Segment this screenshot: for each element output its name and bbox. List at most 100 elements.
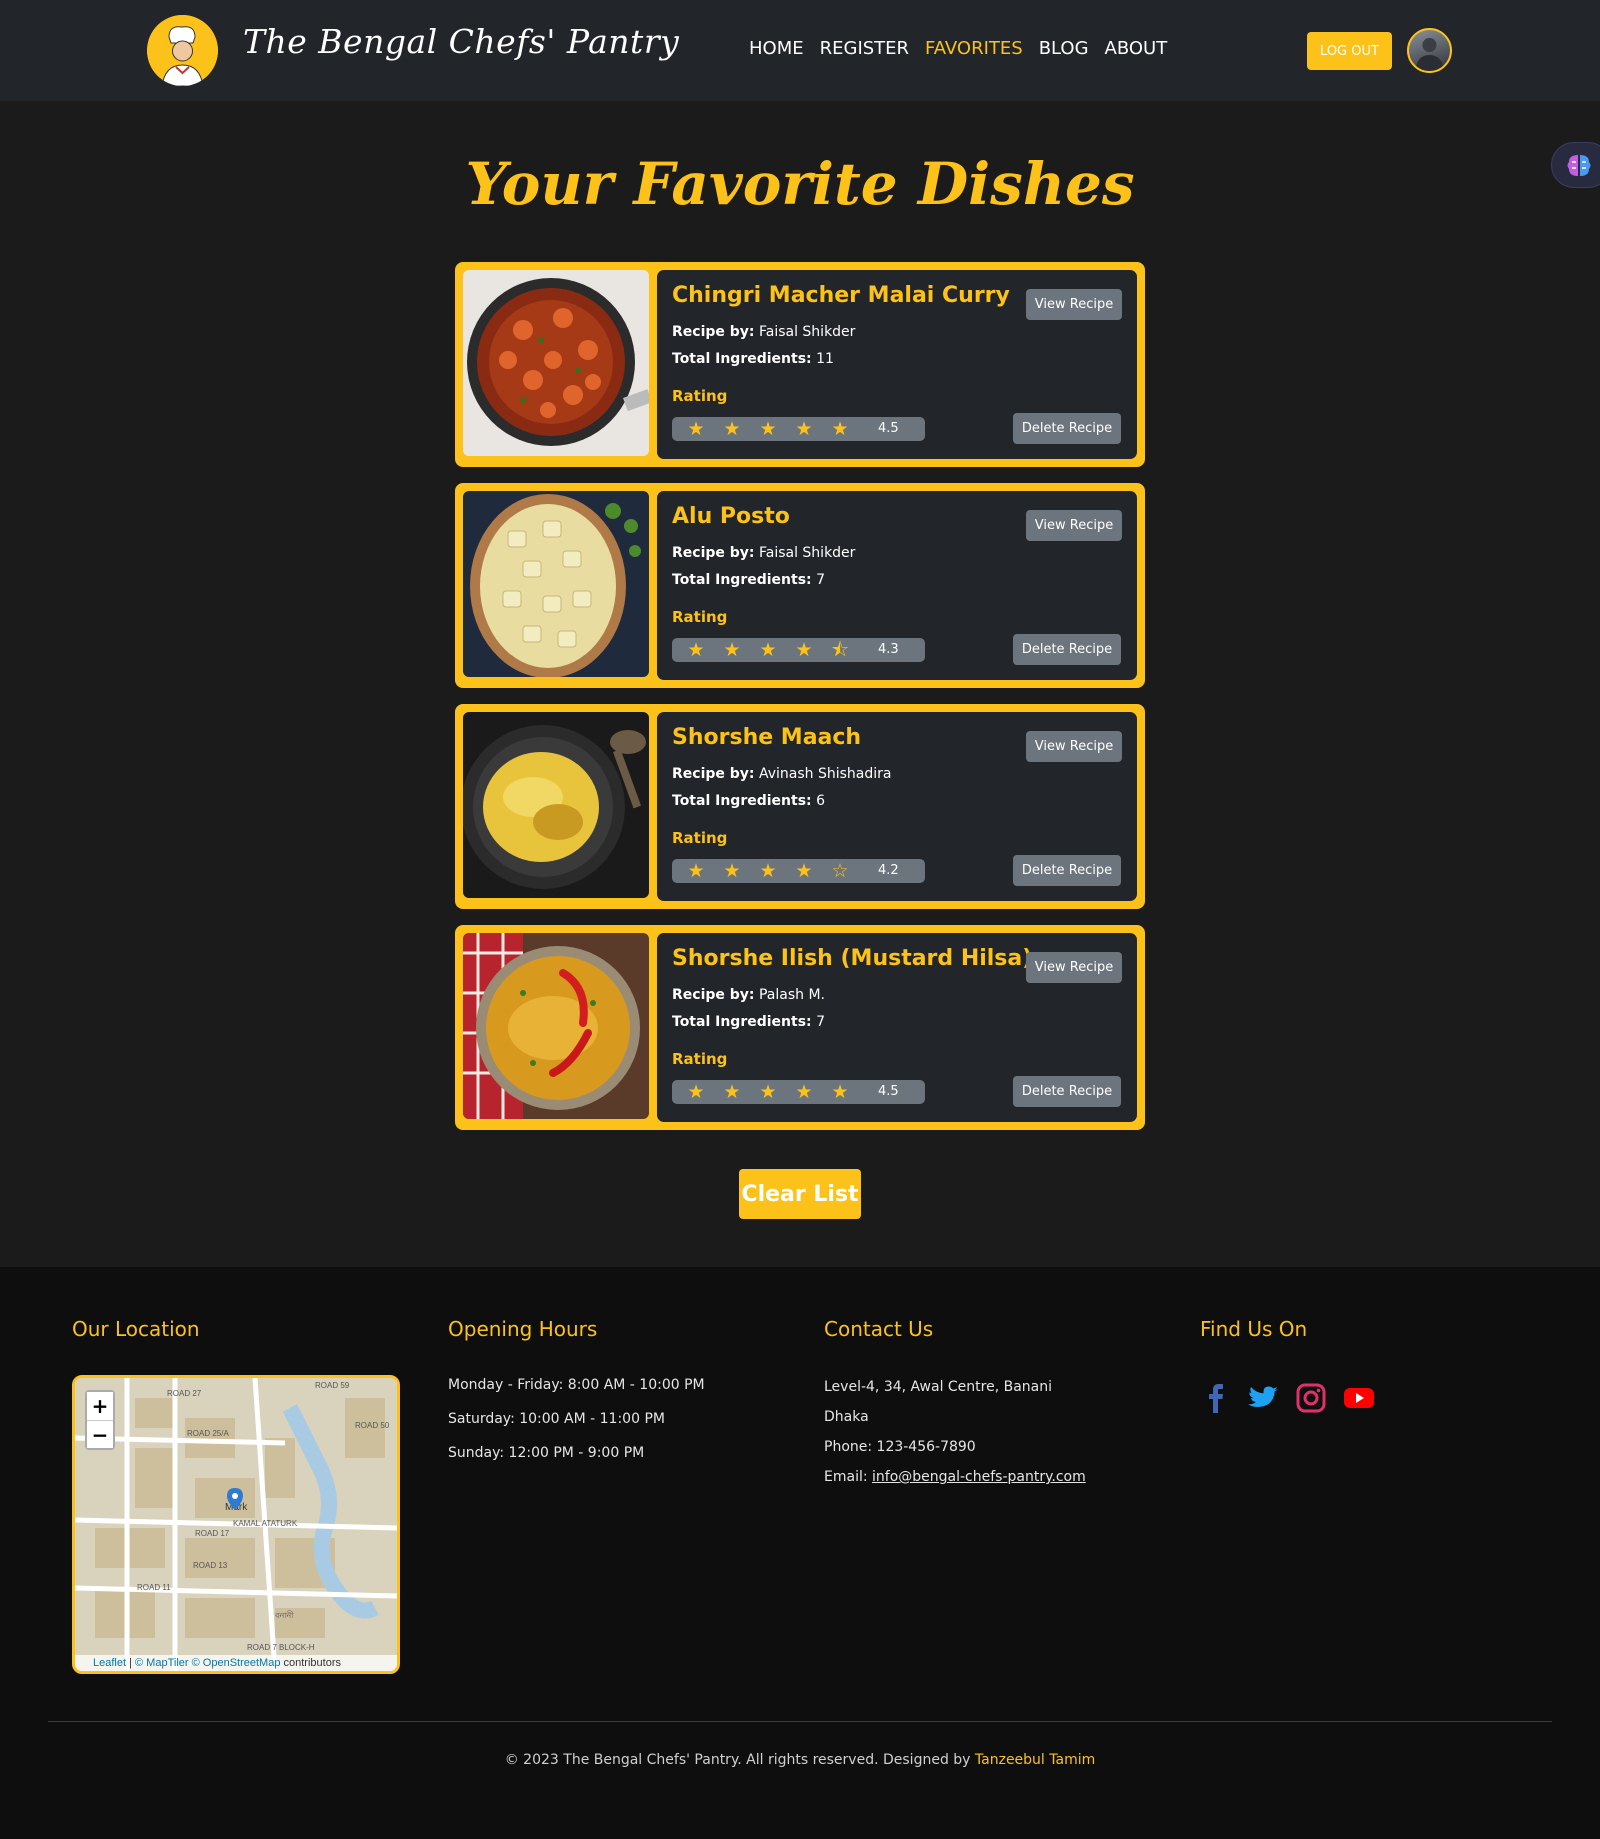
- hours-weekday: Monday - Friday: 8:00 AM - 10:00 PM: [448, 1377, 705, 1393]
- footer-divider: [48, 1721, 1552, 1722]
- star-full-icon: ★: [687, 639, 705, 661]
- star-full-icon: ★: [795, 1081, 813, 1103]
- footer: Our Location Opening Hours Contact Us Fi…: [0, 1267, 1600, 1839]
- rating-label: Rating: [672, 1050, 728, 1068]
- rating-bar: ★ ★ ★ ★ ☆ 4.2: [672, 859, 925, 883]
- nav-link-register[interactable]: REGISTER: [820, 38, 909, 59]
- svg-text:ROAD 11: ROAD 11: [137, 1583, 171, 1592]
- card-body: Chingri Macher Malai Curry Recipe by: Fa…: [657, 270, 1137, 459]
- view-recipe-button[interactable]: View Recipe: [1026, 952, 1122, 983]
- dish-image: [463, 712, 649, 898]
- favorite-card: Alu Posto Recipe by: Faisal Shikder Tota…: [455, 483, 1145, 688]
- rating-value: 4.3: [878, 642, 899, 657]
- star-empty-icon: ☆: [831, 860, 849, 882]
- email-link[interactable]: info@bengal-chefs-pantry.com: [872, 1469, 1086, 1485]
- dish-image: [463, 933, 649, 1119]
- svg-text:KAMAL ATATURK: KAMAL ATATURK: [233, 1519, 298, 1528]
- star-full-icon: ★: [759, 418, 777, 440]
- social-heading: Find Us On: [1200, 1317, 1308, 1341]
- delete-recipe-button[interactable]: Delete Recipe: [1013, 413, 1121, 444]
- recipe-author: Recipe by: Faisal Shikder: [672, 545, 856, 561]
- chef-logo[interactable]: [147, 15, 218, 86]
- view-recipe-button[interactable]: View Recipe: [1026, 731, 1122, 762]
- delete-recipe-button[interactable]: Delete Recipe: [1013, 855, 1121, 886]
- hours-sunday: Sunday: 12:00 PM - 9:00 PM: [448, 1445, 645, 1461]
- star-full-icon: ★: [687, 860, 705, 882]
- delete-recipe-button[interactable]: Delete Recipe: [1013, 634, 1121, 665]
- svg-text:ROAD 50: ROAD 50: [355, 1421, 390, 1430]
- svg-text:ROAD 27: ROAD 27: [167, 1389, 202, 1398]
- rating-bar: ★ ★ ★ ★ ⯪ 4.3: [672, 638, 925, 662]
- logout-button[interactable]: LOG OUT: [1307, 32, 1392, 70]
- nav-link-favorites[interactable]: FAVORITES: [925, 38, 1023, 59]
- youtube-icon[interactable]: [1342, 1381, 1376, 1415]
- page-title: Your Favorite Dishes: [465, 150, 1135, 218]
- contact-heading: Contact Us: [824, 1317, 934, 1341]
- star-full-icon: ★: [723, 639, 741, 661]
- dish-image: [463, 270, 649, 456]
- star-half-icon: ⯪: [831, 639, 849, 661]
- osm-link[interactable]: © OpenStreetMap: [192, 1657, 281, 1669]
- rating-bar: ★ ★ ★ ★ ★ 4.5: [672, 1080, 925, 1104]
- phone-number: Phone: 123-456-7890: [824, 1439, 976, 1455]
- map-zoom-control: + −: [85, 1390, 115, 1450]
- location-map[interactable]: ROAD 27 ROAD 25/A ROAD 17 KAMAL ATATURK …: [72, 1375, 400, 1674]
- star-full-icon: ★: [759, 639, 777, 661]
- star-full-icon: ★: [795, 639, 813, 661]
- recipe-author: Recipe by: Faisal Shikder: [672, 324, 856, 340]
- address-line-2: Dhaka: [824, 1409, 869, 1425]
- brand-name[interactable]: The Bengal Chefs' Pantry: [243, 22, 679, 61]
- author-link[interactable]: Tanzeebul Tamim: [975, 1752, 1095, 1768]
- nav-link-blog[interactable]: BLOG: [1039, 38, 1089, 59]
- star-full-icon: ★: [795, 860, 813, 882]
- card-body: Shorshe Ilish (Mustard Hilsa) Recipe by:…: [657, 933, 1137, 1122]
- star-full-icon: ★: [795, 418, 813, 440]
- delete-recipe-button[interactable]: Delete Recipe: [1013, 1076, 1121, 1107]
- rating-value: 4.5: [878, 421, 899, 436]
- recipe-author: Recipe by: Avinash Shishadira: [672, 766, 892, 782]
- svg-text:ROAD 13: ROAD 13: [193, 1561, 228, 1570]
- hours-saturday: Saturday: 10:00 AM - 11:00 PM: [448, 1411, 665, 1427]
- maptiler-link[interactable]: © MapTiler: [135, 1657, 189, 1669]
- clear-list-button[interactable]: Clear List: [739, 1169, 861, 1219]
- user-avatar[interactable]: [1407, 28, 1452, 73]
- star-full-icon: ★: [831, 418, 849, 440]
- navbar: The Bengal Chefs' Pantry HOME REGISTER F…: [0, 0, 1600, 101]
- card-body: Alu Posto Recipe by: Faisal Shikder Tota…: [657, 491, 1137, 680]
- dish-name: Alu Posto: [672, 504, 790, 529]
- view-recipe-button[interactable]: View Recipe: [1026, 510, 1122, 541]
- address-line-1: Level-4, 34, Awal Centre, Banani: [824, 1379, 1053, 1395]
- map-zoom-in-button[interactable]: +: [87, 1392, 113, 1420]
- rating-label: Rating: [672, 387, 728, 405]
- star-full-icon: ★: [723, 860, 741, 882]
- svg-text:ROAD 17: ROAD 17: [195, 1529, 230, 1538]
- star-full-icon: ★: [759, 1081, 777, 1103]
- total-ingredients: Total Ingredients: 6: [672, 793, 825, 809]
- svg-text:ROAD 7 BLOCK-H: ROAD 7 BLOCK-H: [247, 1643, 315, 1652]
- copyright: © 2023 The Bengal Chefs' Pantry. All rig…: [504, 1752, 1096, 1768]
- leaflet-link[interactable]: Leaflet: [93, 1657, 126, 1669]
- nav-links: HOME REGISTER FAVORITES BLOG ABOUT: [749, 38, 1167, 59]
- twitter-icon[interactable]: [1246, 1381, 1280, 1415]
- rating-value: 4.5: [878, 1084, 899, 1099]
- instagram-icon[interactable]: [1294, 1381, 1328, 1415]
- card-body: Shorshe Maach Recipe by: Avinash Shishad…: [657, 712, 1137, 901]
- rating-label: Rating: [672, 829, 728, 847]
- star-full-icon: ★: [759, 860, 777, 882]
- star-full-icon: ★: [687, 418, 705, 440]
- rating-bar: ★ ★ ★ ★ ★ 4.5: [672, 417, 925, 441]
- star-full-icon: ★: [723, 1081, 741, 1103]
- favorite-card: Shorshe Ilish (Mustard Hilsa) Recipe by:…: [455, 925, 1145, 1130]
- facebook-icon[interactable]: [1200, 1381, 1234, 1415]
- map-zoom-out-button[interactable]: −: [87, 1420, 113, 1448]
- dish-name: Shorshe Ilish (Mustard Hilsa): [672, 946, 1033, 971]
- dish-image: [463, 491, 649, 677]
- nav-link-home[interactable]: HOME: [749, 38, 804, 59]
- nav-link-about[interactable]: ABOUT: [1105, 38, 1168, 59]
- map-attribution: Leaflet | © MapTiler © OpenStreetMap con…: [75, 1655, 397, 1671]
- total-ingredients: Total Ingredients: 7: [672, 572, 825, 588]
- star-full-icon: ★: [831, 1081, 849, 1103]
- favorite-card: Chingri Macher Malai Curry Recipe by: Fa…: [455, 262, 1145, 467]
- view-recipe-button[interactable]: View Recipe: [1026, 289, 1122, 320]
- dish-name: Chingri Macher Malai Curry: [672, 283, 1010, 308]
